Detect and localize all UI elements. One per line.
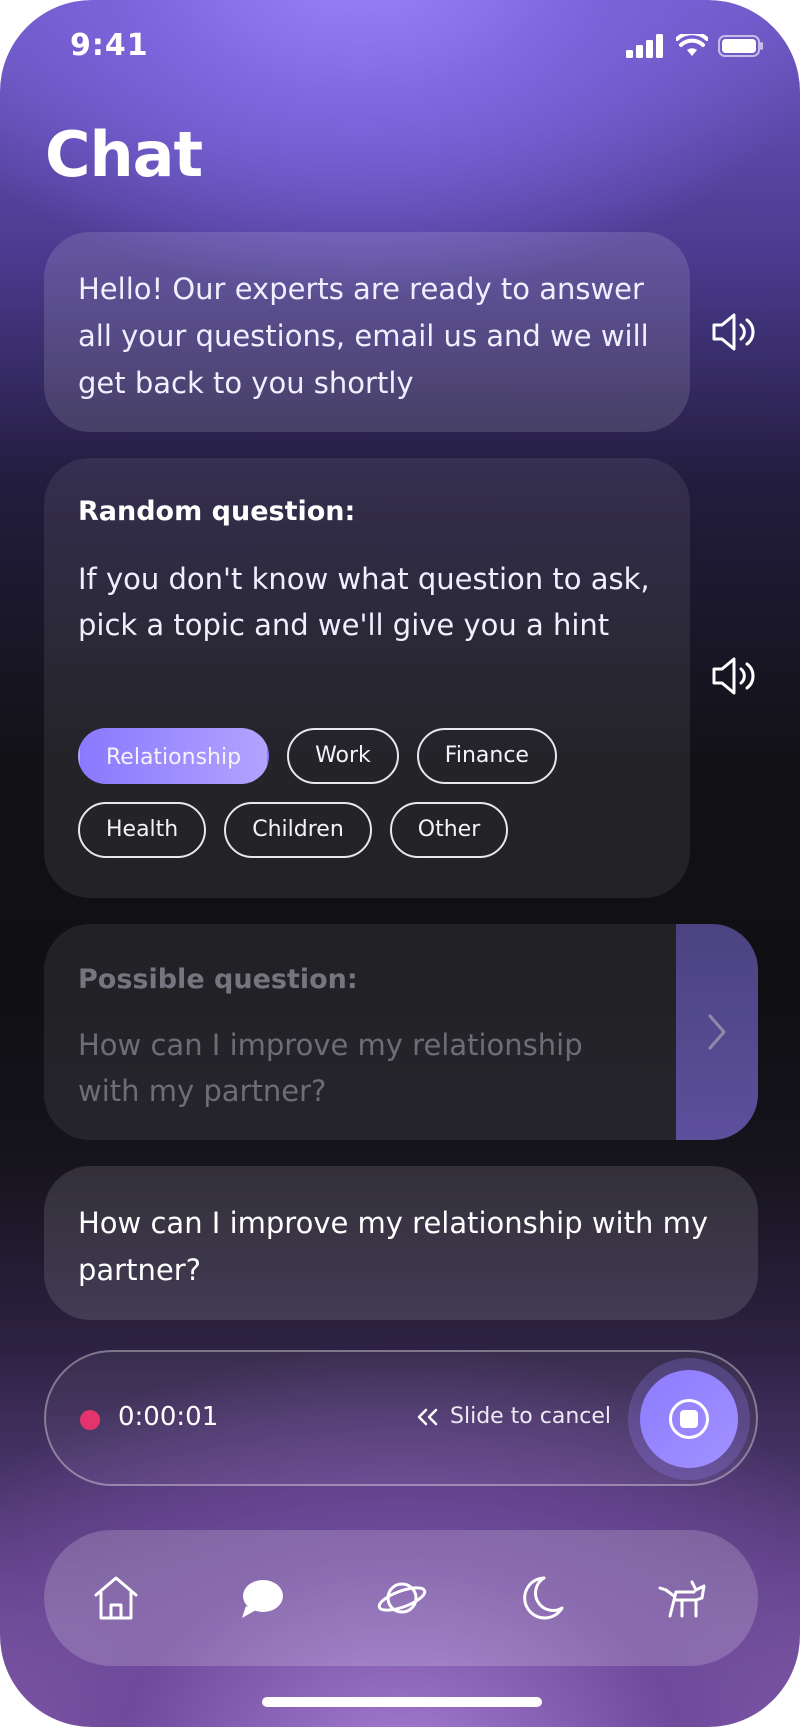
stop-recording-button[interactable]	[640, 1370, 738, 1468]
recording-timer: 0:00:01	[118, 1402, 219, 1432]
greeting-message: Hello! Our experts are ready to answer a…	[44, 232, 690, 432]
cat-icon[interactable]	[652, 1568, 712, 1628]
topic-chip-other[interactable]: Other	[389, 802, 509, 858]
topic-chip-finance[interactable]: Finance	[416, 728, 557, 784]
send-question-button[interactable]	[676, 924, 758, 1140]
recording-indicator	[80, 1410, 100, 1430]
status-time: 9:41	[70, 28, 149, 63]
random-question-heading: Random question:	[78, 496, 356, 527]
speaker-icon[interactable]	[708, 654, 756, 698]
status-bar: 9:41	[0, 28, 800, 68]
slide-to-cancel-label: Slide to cancel	[450, 1404, 612, 1429]
chat-icon[interactable]	[232, 1568, 292, 1628]
home-icon[interactable]	[86, 1568, 146, 1628]
signal-icon	[626, 34, 663, 58]
stop-square	[680, 1410, 698, 1428]
voice-recorder: 0:00:01 Slide to cancel	[44, 1350, 758, 1486]
topic-chip-work[interactable]: Work	[287, 728, 399, 784]
phone-screen: 9:41 Chat Hello! Our experts are ready t…	[0, 0, 800, 1727]
possible-question-heading: Possible question:	[78, 964, 358, 995]
speaker-icon[interactable]	[708, 310, 756, 354]
random-question-text: If you don't know what question to ask, …	[78, 562, 650, 642]
planet-icon[interactable]	[372, 1568, 432, 1628]
page-title: Chat	[45, 118, 203, 191]
wifi-icon	[676, 34, 708, 56]
chevrons-left-icon	[417, 1408, 438, 1425]
tab-bar	[44, 1530, 758, 1666]
chevron-right-icon	[708, 1014, 726, 1050]
greeting-text: Hello! Our experts are ready to answer a…	[78, 272, 649, 400]
possible-question-message[interactable]: Possible question: How can I improve my …	[44, 924, 758, 1140]
topic-chips: Relationship Work Finance Health Childre…	[78, 728, 678, 858]
status-icons	[626, 34, 764, 58]
possible-question-text: How can I improve my relationship with m…	[78, 1028, 583, 1108]
battery-icon	[718, 35, 763, 57]
moon-icon[interactable]	[512, 1568, 572, 1628]
user-message-text: How can I improve my relationship with m…	[78, 1206, 708, 1287]
user-message: How can I improve my relationship with m…	[44, 1166, 758, 1320]
topic-chip-relationship[interactable]: Relationship	[78, 728, 270, 784]
slide-to-cancel[interactable]: Slide to cancel	[416, 1404, 611, 1429]
topic-chip-children[interactable]: Children	[224, 802, 372, 858]
topic-chip-health[interactable]: Health	[78, 802, 207, 858]
home-indicator[interactable]	[262, 1697, 542, 1707]
random-question-message: Random question: If you don't know what …	[44, 458, 690, 898]
